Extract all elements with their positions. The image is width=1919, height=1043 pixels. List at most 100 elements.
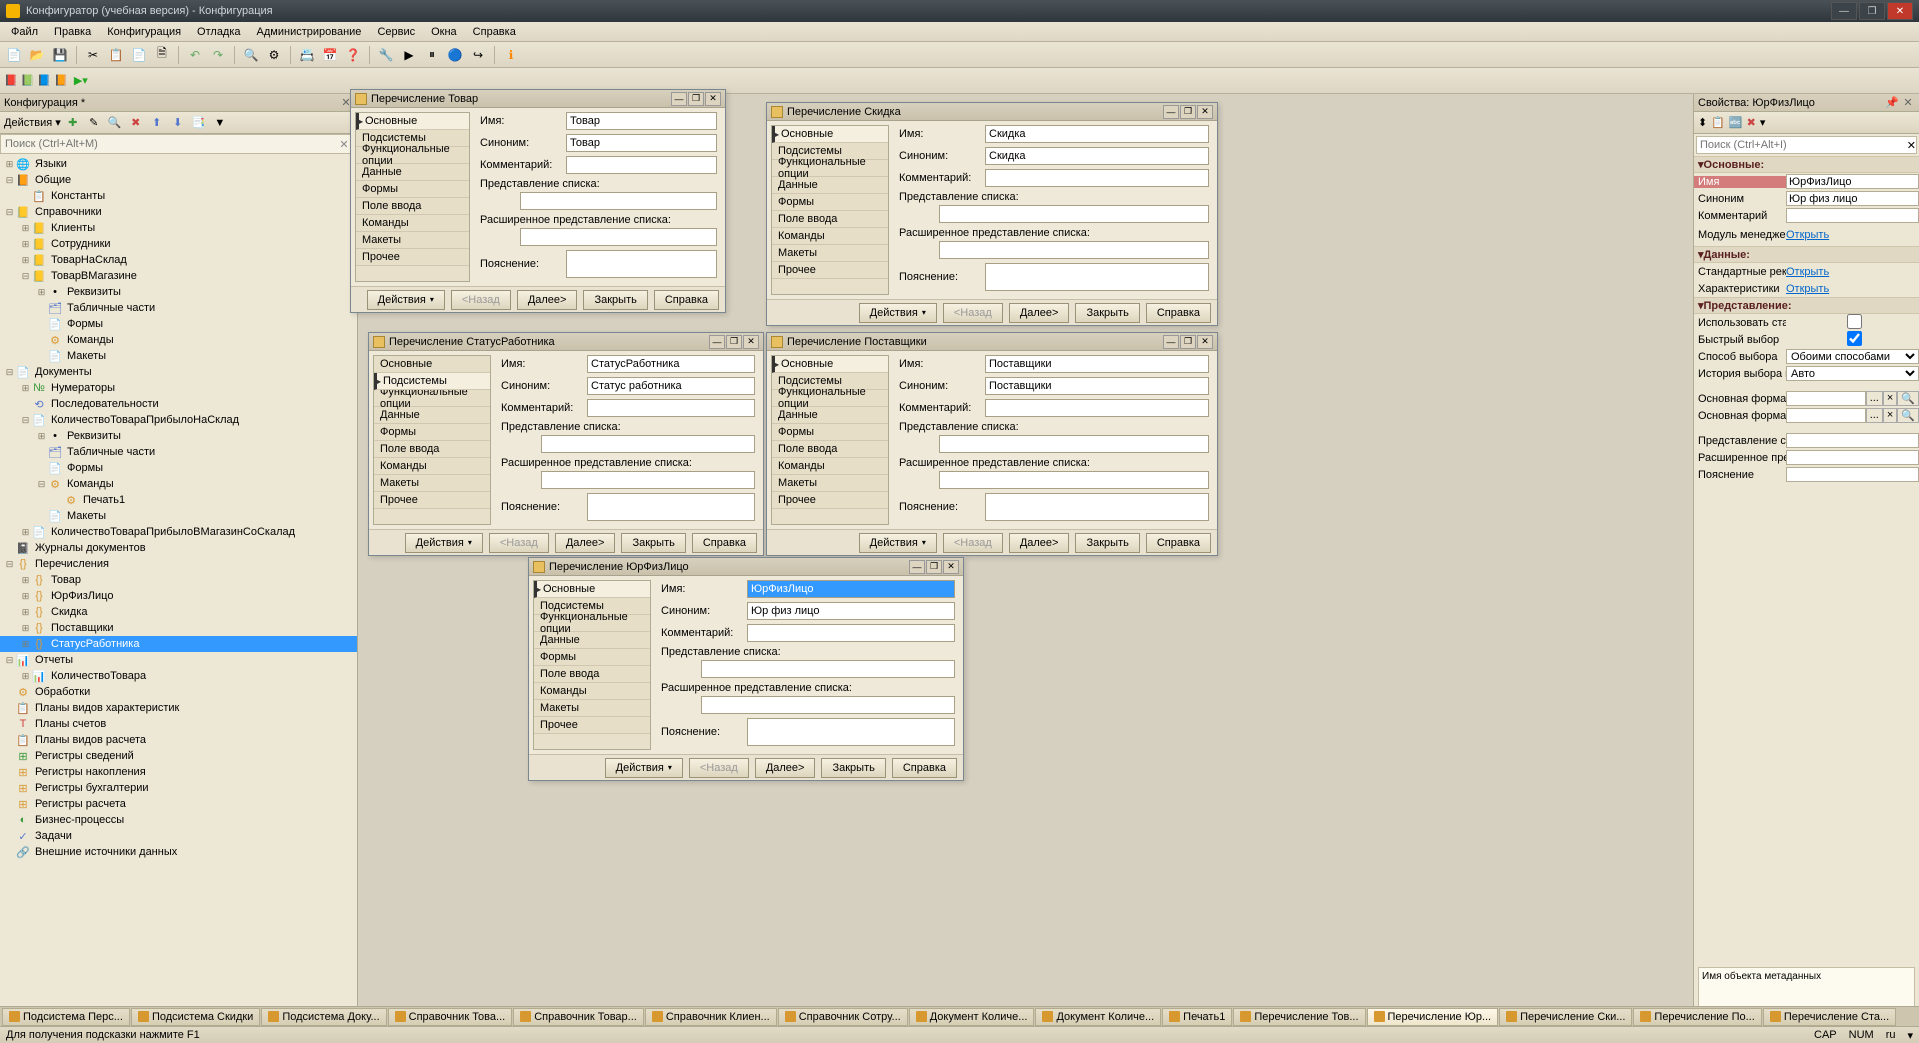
field-rep[interactable] xyxy=(939,205,1209,223)
chk-fast[interactable] xyxy=(1788,331,1919,346)
field-syn[interactable] xyxy=(566,134,717,152)
doc-tab[interactable]: Справочник Това... xyxy=(388,1008,513,1026)
tree-node[interactable]: ⊞📊КоличествоТовара xyxy=(0,668,357,684)
cut-icon[interactable]: ✂ xyxy=(83,45,103,65)
field-expl[interactable] xyxy=(985,263,1209,291)
field-com[interactable] xyxy=(747,624,955,642)
field-expl[interactable] xyxy=(747,718,955,746)
doc-tab[interactable]: Справочник Клиен... xyxy=(645,1008,777,1026)
props-sort-icon[interactable]: ⬍ xyxy=(1698,116,1707,129)
doc-tab[interactable]: Печать1 xyxy=(1162,1008,1232,1026)
tree-node[interactable]: ⊞📒Сотрудники xyxy=(0,236,357,252)
filter-icon[interactable]: ▼ xyxy=(211,114,229,132)
win-min[interactable]: — xyxy=(1163,105,1179,119)
tree-node[interactable]: ⊞Регистры бухгалтерии xyxy=(0,780,357,796)
side-tab[interactable]: Основные xyxy=(772,356,888,373)
side-tab[interactable]: Поле ввода xyxy=(534,666,650,683)
mod3-icon[interactable]: 📘 xyxy=(37,74,51,87)
field-expl[interactable] xyxy=(566,250,717,278)
tree-node[interactable]: ⊞№Нумераторы xyxy=(0,380,357,396)
win-max[interactable]: ❐ xyxy=(1180,105,1196,119)
doc-tab[interactable]: Документ Количе... xyxy=(1035,1008,1161,1026)
win-max[interactable]: ❐ xyxy=(1180,335,1196,349)
btn-back[interactable]: <Назад xyxy=(943,533,1003,553)
link-open3[interactable]: Открыть xyxy=(1786,283,1829,295)
side-tab[interactable]: Основные xyxy=(374,356,490,373)
btn-next[interactable]: Далее> xyxy=(1009,303,1070,323)
field-exrep[interactable] xyxy=(701,696,955,714)
add-icon[interactable]: ✚ xyxy=(64,114,82,132)
field-exrep[interactable] xyxy=(939,241,1209,259)
mod2-icon[interactable]: 📗 xyxy=(21,74,35,87)
doc-tab[interactable]: Справочник Сотру... xyxy=(778,1008,908,1026)
side-tab[interactable]: Макеты xyxy=(374,475,490,492)
menu-Файл[interactable]: Файл xyxy=(4,24,45,40)
step-icon[interactable]: ↪ xyxy=(468,45,488,65)
tree-node[interactable]: 🗂Табличные части xyxy=(0,300,357,316)
menu-Администрирование[interactable]: Администрирование xyxy=(250,24,369,40)
doc-tab[interactable]: Перечисление Юр... xyxy=(1367,1008,1499,1026)
menu-Справка[interactable]: Справка xyxy=(466,24,523,40)
win-close[interactable]: ✕ xyxy=(1197,335,1213,349)
side-tab[interactable]: Функциональные опции xyxy=(772,390,888,407)
doc-tab[interactable]: Перечисление Ста... xyxy=(1763,1008,1896,1026)
field-expl[interactable] xyxy=(587,493,755,521)
prop-mf[interactable] xyxy=(1786,391,1866,406)
side-tab[interactable]: Функциональные опции xyxy=(374,390,490,407)
btn-next[interactable]: Далее> xyxy=(1009,533,1070,553)
tree-node[interactable]: ⊞📒Клиенты xyxy=(0,220,357,236)
tree-node[interactable]: TПланы счетов xyxy=(0,716,357,732)
redo-icon[interactable]: ↷ xyxy=(208,45,228,65)
calendar-icon[interactable]: 📅 xyxy=(320,45,340,65)
link-open2[interactable]: Открыть xyxy=(1786,266,1829,278)
wand-icon[interactable]: ✎ xyxy=(85,114,103,132)
tree-search-input[interactable] xyxy=(5,138,336,150)
tree-node[interactable]: ⟲Последовательности xyxy=(0,396,357,412)
tree-node[interactable]: ⚙Команды xyxy=(0,332,357,348)
btn-actions[interactable]: Действия xyxy=(405,533,483,553)
side-tab[interactable]: Поле ввода xyxy=(374,441,490,458)
tree-node[interactable]: ⊟📒Справочники xyxy=(0,204,357,220)
btn-back[interactable]: <Назад xyxy=(689,758,749,778)
field-name[interactable] xyxy=(747,580,955,598)
field-com[interactable] xyxy=(985,399,1209,417)
lens-icon[interactable]: 🔍 xyxy=(106,114,124,132)
prop-mf2[interactable] xyxy=(1786,408,1866,423)
side-tab[interactable]: Основные xyxy=(772,126,888,143)
prop-syn[interactable] xyxy=(1786,191,1919,206)
btn-help[interactable]: Справка xyxy=(1146,303,1211,323)
side-tab[interactable]: Подсистемы xyxy=(374,373,490,390)
tree-node[interactable]: ⊟📄Документы xyxy=(0,364,357,380)
tree-node[interactable]: ⊞{}Поставщики xyxy=(0,620,357,636)
field-exrep[interactable] xyxy=(520,228,717,246)
field-rep[interactable] xyxy=(939,435,1209,453)
field-com[interactable] xyxy=(985,169,1209,187)
field-syn[interactable] xyxy=(747,602,955,620)
btn-back[interactable]: <Назад xyxy=(451,290,511,310)
undo-icon[interactable]: ↶ xyxy=(185,45,205,65)
side-tab[interactable]: Макеты xyxy=(772,475,888,492)
btn-close[interactable]: Закрыть xyxy=(583,290,647,310)
side-tab[interactable]: Поле ввода xyxy=(772,211,888,228)
side-tab[interactable]: Макеты xyxy=(534,700,650,717)
prop-eps[interactable] xyxy=(1786,450,1919,465)
calc-icon[interactable]: 📇 xyxy=(297,45,317,65)
btn-close[interactable]: Закрыть xyxy=(621,533,685,553)
doc-tab[interactable]: Подсистема Скидки xyxy=(131,1008,260,1026)
win-max[interactable]: ❐ xyxy=(688,92,704,106)
search-icon[interactable]: 🔍 xyxy=(241,45,261,65)
props-search[interactable]: ✕ xyxy=(1696,136,1917,154)
btn-actions[interactable]: Действия xyxy=(367,290,445,310)
section-pres[interactable]: ▾Представление: xyxy=(1694,297,1919,314)
props-del-icon[interactable]: ✖ xyxy=(1747,116,1756,129)
props-close-icon[interactable]: ✕ xyxy=(1901,96,1915,110)
side-tab[interactable]: Поле ввода xyxy=(772,441,888,458)
tree-node[interactable]: ⊞Регистры сведений xyxy=(0,748,357,764)
tree-node[interactable]: 📋Константы xyxy=(0,188,357,204)
field-exrep[interactable] xyxy=(541,471,755,489)
run-icon[interactable]: ▶ xyxy=(399,45,419,65)
side-tab[interactable]: Команды xyxy=(374,458,490,475)
maximize-button[interactable]: ❐ xyxy=(1859,2,1885,20)
tree-node[interactable]: ⊟📒ТоварВМагазине xyxy=(0,268,357,284)
side-tab[interactable]: Функциональные опции xyxy=(772,160,888,177)
